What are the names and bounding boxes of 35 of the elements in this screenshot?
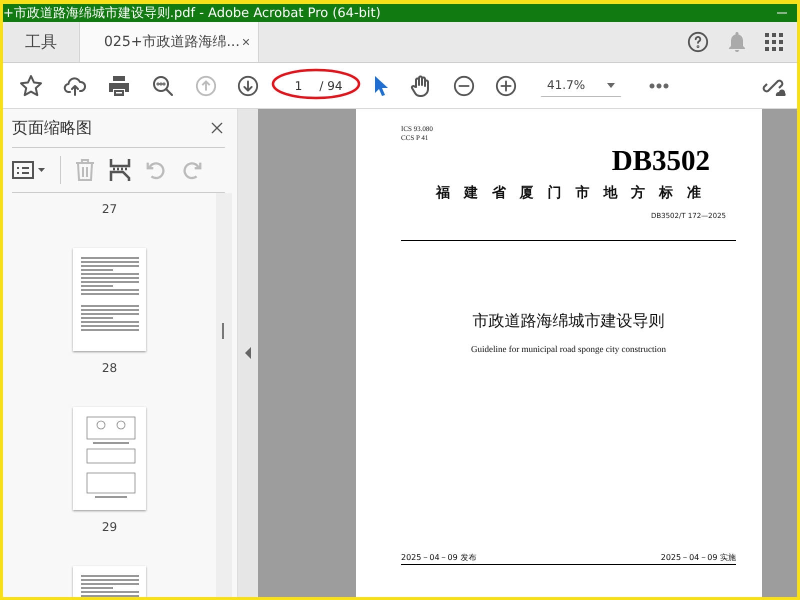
- collapse-arrow-icon[interactable]: [245, 347, 251, 359]
- help-icon[interactable]: [687, 31, 709, 53]
- page-thumbnail[interactable]: [73, 407, 146, 510]
- caret-icon[interactable]: [607, 82, 616, 88]
- document-tab[interactable]: 025+市政道路海绵...: [79, 22, 259, 62]
- zoom-out-icon[interactable]: [453, 74, 475, 96]
- standard-header: 福 建 省 厦 门 市 地 方 标 准: [434, 184, 702, 202]
- cursor-arrow-icon[interactable]: [373, 74, 389, 96]
- page-count: / 94: [319, 78, 343, 92]
- more-icon[interactable]: [649, 82, 670, 88]
- document-subtitle: Guideline for municipal road sponge city construction: [470, 344, 667, 354]
- standard-code: DB3502: [612, 145, 710, 178]
- zoom-in-icon[interactable]: [495, 74, 517, 96]
- scrollbar[interactable]: [216, 193, 232, 597]
- print-icon[interactable]: [107, 74, 131, 98]
- zoom-search-icon[interactable]: [151, 74, 175, 98]
- document-title: 市政道路海绵城市建设导则: [472, 311, 666, 332]
- page-number-label: 28: [102, 361, 118, 375]
- page-number-label: 29: [102, 520, 118, 534]
- page-number-label: 27: [102, 202, 118, 216]
- zoom-dropdown[interactable]: 41.7%: [541, 74, 622, 97]
- panel-title: 页面缩略图: [12, 118, 92, 138]
- close-icon[interactable]: [209, 120, 225, 136]
- window-title: +市政道路海绵城市建设导则.pdf - Adobe Acrobat Pro (64-bit): [3, 5, 381, 22]
- page-thumbnail[interactable]: [73, 248, 146, 351]
- insert-page-icon[interactable]: [109, 158, 131, 182]
- options-menu-icon[interactable]: [12, 160, 46, 180]
- apps-grid-icon[interactable]: [765, 33, 783, 51]
- next-page-icon[interactable]: [237, 74, 259, 96]
- star-icon[interactable]: [19, 74, 43, 98]
- document-tab[interactable]: 工具: [3, 22, 79, 62]
- page-number-field[interactable]: 1: [289, 78, 308, 92]
- implementation-date: 2025－04－09 实施: [660, 552, 736, 563]
- close-icon[interactable]: [240, 36, 252, 48]
- release-date: 2025－04－09 发布: [401, 552, 476, 563]
